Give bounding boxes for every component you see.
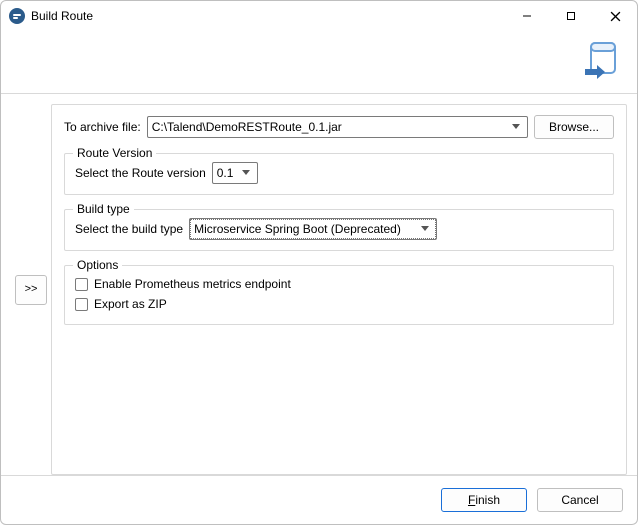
export-zip-label: Export as ZIP (94, 297, 167, 311)
build-type-label: Select the build type (75, 222, 183, 236)
window-title: Build Route (31, 9, 93, 23)
finish-button[interactable]: Finish (441, 488, 527, 512)
build-type-combo[interactable]: Microservice Spring Boot (Deprecated) (189, 218, 437, 240)
titlebar: Build Route (1, 1, 637, 31)
close-button[interactable] (593, 1, 637, 31)
footer: Finish Cancel (1, 475, 637, 524)
enable-metrics-row[interactable]: Enable Prometheus metrics endpoint (75, 274, 603, 294)
content-panel: To archive file: C:\Talend\DemoRESTRoute… (51, 104, 627, 475)
build-route-dialog: Build Route >> (0, 0, 638, 525)
build-type-value: Microservice Spring Boot (Deprecated) (194, 222, 418, 236)
build-type-title: Build type (73, 202, 134, 216)
cancel-label: Cancel (561, 493, 598, 507)
enable-metrics-label: Enable Prometheus metrics endpoint (94, 277, 291, 291)
route-version-value: 0.1 (217, 166, 239, 180)
banner (1, 31, 637, 94)
export-zip-checkbox[interactable] (75, 298, 88, 311)
archive-row: To archive file: C:\Talend\DemoRESTRoute… (64, 115, 614, 139)
build-type-group: Build type Select the build type Microse… (64, 209, 614, 251)
route-version-label: Select the Route version (75, 166, 206, 180)
app-icon (9, 8, 25, 24)
export-icon (581, 39, 625, 86)
cancel-button[interactable]: Cancel (537, 488, 623, 512)
route-version-title: Route Version (73, 146, 156, 160)
minimize-button[interactable] (505, 1, 549, 31)
chevron-down-icon (418, 226, 432, 232)
options-title: Options (73, 258, 122, 272)
export-zip-row[interactable]: Export as ZIP (75, 294, 603, 314)
browse-label: Browse... (549, 120, 599, 134)
finish-label: Finish (468, 493, 500, 507)
route-version-combo[interactable]: 0.1 (212, 162, 258, 184)
chevron-down-icon (239, 170, 253, 176)
archive-file-value: C:\Talend\DemoRESTRoute_0.1.jar (152, 120, 509, 134)
enable-metrics-checkbox[interactable] (75, 278, 88, 291)
chevron-down-icon (509, 124, 523, 130)
options-group: Options Enable Prometheus metrics endpoi… (64, 265, 614, 325)
expand-button[interactable]: >> (15, 275, 47, 305)
expand-label: >> (25, 284, 38, 295)
route-version-group: Route Version Select the Route version 0… (64, 153, 614, 195)
browse-button[interactable]: Browse... (534, 115, 614, 139)
archive-label: To archive file: (64, 120, 141, 134)
archive-file-combo[interactable]: C:\Talend\DemoRESTRoute_0.1.jar (147, 116, 528, 138)
maximize-button[interactable] (549, 1, 593, 31)
